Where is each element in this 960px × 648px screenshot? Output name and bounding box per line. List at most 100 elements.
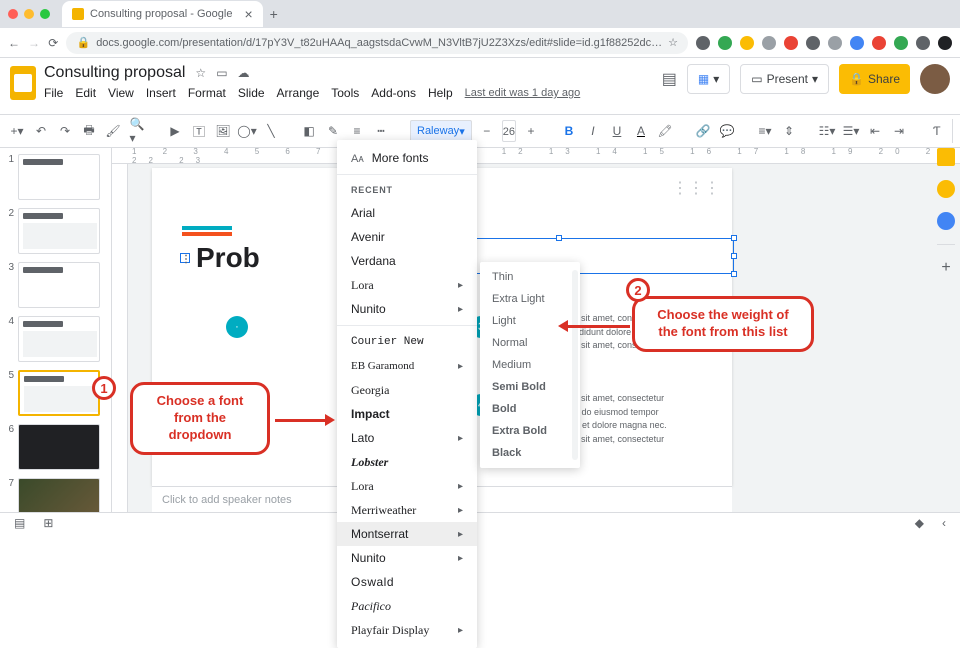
comments-icon[interactable]: ▤ <box>662 69 677 89</box>
bulleted-list-button[interactable]: ☰▾ <box>842 120 860 142</box>
menu-file[interactable]: File <box>44 86 63 100</box>
more-fonts-item[interactable]: AᴀMore fonts <box>337 146 477 170</box>
weight-medium[interactable]: Medium <box>480 354 580 376</box>
fill-color-icon[interactable]: ◧ <box>300 120 318 142</box>
bold-button[interactable]: B <box>560 120 578 142</box>
print-button[interactable]: 🖶 <box>80 120 98 142</box>
filmstrip-view-icon[interactable]: ▤ <box>14 516 25 530</box>
window-controls[interactable] <box>8 9 50 19</box>
menu-tools[interactable]: Tools <box>331 86 359 100</box>
format-options-button[interactable]: Format options <box>952 119 960 143</box>
menu-help[interactable]: Help <box>428 86 453 100</box>
slide-element-menu-icon[interactable]: ⋮⋮⋮ <box>672 178 720 198</box>
slide-thumbnail-active[interactable] <box>18 370 100 416</box>
reload-button[interactable]: ⟳ <box>48 36 58 50</box>
font-item-ebgaramond[interactable]: EB Garamond▸ <box>337 354 477 378</box>
font-item-oswald[interactable]: Oswald <box>337 570 477 594</box>
weight-normal[interactable]: Normal <box>480 332 580 354</box>
redo-button[interactable]: ↷ <box>56 120 74 142</box>
font-item-avenir[interactable]: Avenir <box>337 225 477 249</box>
zoom-button[interactable]: 🔍▾ <box>128 120 146 142</box>
font-item-nunito[interactable]: Nunito▸ <box>337 297 477 321</box>
weight-semi-bold[interactable]: Semi Bold <box>480 376 580 398</box>
font-item-arial[interactable]: Arial <box>337 201 477 225</box>
highlight-color-button[interactable]: 🖍 <box>656 120 674 142</box>
move-icon[interactable]: ▭ <box>216 66 227 80</box>
resize-handle[interactable] <box>731 235 737 241</box>
show-side-panel-icon[interactable]: ‹ <box>942 516 946 530</box>
weight-thin[interactable]: Thin <box>480 266 580 288</box>
add-addon-icon[interactable]: + <box>937 259 955 277</box>
font-family-dropdown[interactable]: Raleway▾ <box>410 120 472 142</box>
insert-link-button[interactable]: 🔗 <box>694 120 712 142</box>
slide-thumbnail[interactable] <box>18 424 100 470</box>
menu-insert[interactable]: Insert <box>146 86 176 100</box>
keep-icon[interactable] <box>937 148 955 166</box>
paint-format-button[interactable]: 🖌 <box>104 120 122 142</box>
font-item-merriweather[interactable]: Merriweather▸ <box>337 498 477 522</box>
last-edit-link[interactable]: Last edit was 1 day ago <box>465 87 581 99</box>
slide-thumbnail[interactable]: Understanding the market <box>18 478 100 512</box>
font-item-verdana[interactable]: Verdana <box>337 249 477 273</box>
line-tool-icon[interactable]: ╲ <box>262 120 280 142</box>
account-avatar[interactable] <box>920 64 950 94</box>
new-slide-button[interactable]: +▾ <box>8 120 26 142</box>
slideshow-dropdown[interactable]: ▦▾ <box>687 64 730 94</box>
star-icon[interactable]: ☆ <box>668 36 678 49</box>
present-button[interactable]: ▭Present▾ <box>740 64 829 94</box>
increase-font-size[interactable]: + <box>522 120 540 142</box>
slide-thumbnail[interactable] <box>18 208 100 254</box>
align-button[interactable]: ≡▾ <box>756 120 774 142</box>
menu-view[interactable]: View <box>108 86 134 100</box>
resize-handle[interactable] <box>731 271 737 277</box>
font-item-lato[interactable]: Lato▸ <box>337 426 477 450</box>
italic-button[interactable]: I <box>584 120 602 142</box>
browser-tab[interactable]: Consulting proposal - Google × <box>62 1 263 27</box>
font-item-lora2[interactable]: Lora▸ <box>337 474 477 498</box>
weight-bold[interactable]: Bold <box>480 398 580 420</box>
menu-slide[interactable]: Slide <box>238 86 265 100</box>
cloud-icon[interactable]: ☁ <box>238 66 250 80</box>
forward-button[interactable]: → <box>28 36 40 50</box>
slide-thumbnail[interactable] <box>18 316 100 362</box>
resize-handle[interactable] <box>731 253 737 259</box>
menu-format[interactable]: Format <box>188 86 226 100</box>
submenu-scrollbar[interactable] <box>572 270 578 460</box>
slides-logo-icon[interactable] <box>10 66 36 100</box>
menu-addons[interactable]: Add-ons <box>371 86 416 100</box>
share-button[interactable]: 🔒Share <box>839 64 910 94</box>
slide-thumbnail[interactable] <box>18 262 100 308</box>
shape-tool-icon[interactable]: ◯▾ <box>238 120 256 142</box>
line-spacing-button[interactable]: ⇕ <box>780 120 798 142</box>
select-tool-icon[interactable]: ▶ <box>166 120 184 142</box>
font-item-impact[interactable]: Impact <box>337 402 477 426</box>
increase-indent-button[interactable]: ⇥ <box>890 120 908 142</box>
border-dash-icon[interactable]: ┅ <box>372 120 390 142</box>
insert-comment-button[interactable]: 💬 <box>718 120 736 142</box>
text-color-button[interactable]: A <box>632 120 650 142</box>
slide-thumbnail[interactable] <box>18 154 100 200</box>
close-tab-icon[interactable]: × <box>244 6 252 22</box>
star-icon[interactable]: ☆ <box>195 66 206 80</box>
font-item-nunito2[interactable]: Nunito▸ <box>337 546 477 570</box>
tasks-icon[interactable] <box>937 180 955 198</box>
font-item-lobster[interactable]: Lobster <box>337 450 477 474</box>
textbox-tool-icon[interactable]: 🅃 <box>190 120 208 142</box>
explore-button[interactable]: ◆ <box>915 516 924 530</box>
image-tool-icon[interactable]: 🖼 <box>214 120 232 142</box>
font-item-lora[interactable]: Lora▸ <box>337 273 477 297</box>
font-item-georgia[interactable]: Georgia <box>337 378 477 402</box>
weight-extra-bold[interactable]: Extra Bold <box>480 420 580 442</box>
back-button[interactable]: ← <box>8 36 20 50</box>
new-tab-button[interactable]: + <box>263 6 285 22</box>
clear-formatting-button[interactable]: Ƭ <box>928 120 946 142</box>
textbox-heading[interactable]: ⋮ Prob <box>180 242 260 274</box>
border-weight-icon[interactable]: ≡ <box>348 120 366 142</box>
border-color-icon[interactable]: ✎ <box>324 120 342 142</box>
font-item-pacifico[interactable]: Pacifico <box>337 594 477 618</box>
font-item-montserrat[interactable]: Montserrat▸ <box>337 522 477 546</box>
font-item-playfair[interactable]: Playfair Display▸ <box>337 618 477 642</box>
weight-black[interactable]: Black <box>480 442 580 464</box>
undo-button[interactable]: ↶ <box>32 120 50 142</box>
menu-arrange[interactable]: Arrange <box>277 86 320 100</box>
